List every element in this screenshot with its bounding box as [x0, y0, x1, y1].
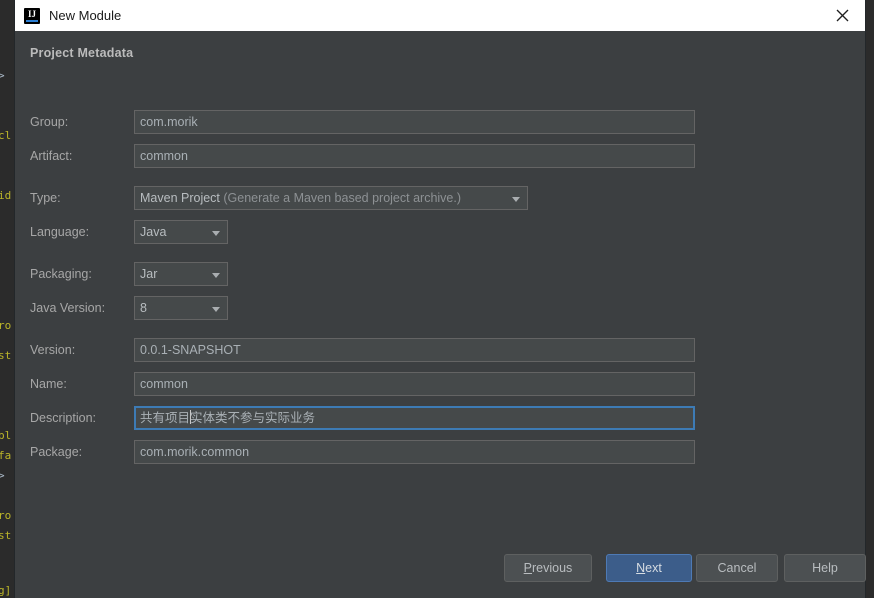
- editor-code-fragment: id: [0, 189, 12, 202]
- previous-button[interactable]: Previous: [504, 554, 592, 582]
- artifact-label: Artifact:: [30, 149, 73, 163]
- editor-code-fragment: >: [0, 469, 5, 482]
- new-module-dialog: IJ New Module Project Metadata Group: co…: [14, 0, 866, 598]
- description-input[interactable]: 共有项目实体类不参与实际业务: [134, 406, 695, 430]
- close-icon[interactable]: [819, 0, 865, 31]
- field-row-java-version: Java Version: 8: [30, 296, 230, 320]
- next-mnemonic: N: [636, 561, 646, 575]
- type-dropdown[interactable]: Maven Project (Generate a Maven based pr…: [134, 186, 528, 210]
- description-label: Description:: [30, 411, 96, 425]
- next-label-rest: ext: [645, 561, 662, 575]
- name-label: Name:: [30, 377, 67, 391]
- dialog-body: Project Metadata Group: com.morik Artifa…: [15, 31, 866, 598]
- page-title: Project Metadata: [30, 46, 134, 60]
- editor-code-fragment: ro: [0, 509, 12, 522]
- chevron-down-icon: [512, 197, 520, 202]
- type-label: Type:: [30, 191, 61, 205]
- next-button[interactable]: Next: [606, 554, 692, 582]
- editor-code-fragment: fa: [0, 449, 12, 462]
- packaging-value: Jar: [140, 267, 158, 281]
- dialog-button-bar: Previous Next Cancel Help: [15, 554, 866, 582]
- language-value: Java: [140, 225, 167, 239]
- java-version-label: Java Version:: [30, 301, 106, 315]
- field-row-name: Name: common: [30, 372, 695, 396]
- java-version-dropdown[interactable]: 8: [134, 296, 228, 320]
- previous-mnemonic: P: [523, 561, 533, 575]
- packaging-dropdown[interactable]: Jar: [134, 262, 228, 286]
- description-text-before-caret: 共有项目: [140, 411, 191, 425]
- description-text-after-caret: 实体类不参与实际业务: [190, 411, 316, 425]
- editor-code-fragment: bl: [0, 429, 12, 442]
- name-input[interactable]: common: [134, 372, 695, 396]
- group-input[interactable]: com.morik: [134, 110, 695, 134]
- language-dropdown[interactable]: Java: [134, 220, 228, 244]
- field-row-version: Version: 0.0.1-SNAPSHOT: [30, 338, 695, 362]
- editor-code-fragment: >: [0, 69, 5, 82]
- field-row-description: Description: 共有项目实体类不参与实际业务: [30, 406, 695, 430]
- package-input[interactable]: com.morik.common: [134, 440, 695, 464]
- dialog-title: New Module: [49, 8, 122, 23]
- version-input[interactable]: 0.0.1-SNAPSHOT: [134, 338, 695, 362]
- artifact-input[interactable]: common: [134, 144, 695, 168]
- field-row-package: Package: com.morik.common: [30, 440, 695, 464]
- type-value-hint: (Generate a Maven based project archive.…: [223, 191, 462, 205]
- dialog-titlebar: IJ New Module: [15, 0, 865, 31]
- cancel-button[interactable]: Cancel: [696, 554, 778, 582]
- editor-code-fragment: st: [0, 529, 12, 542]
- chevron-down-icon: [212, 307, 220, 312]
- packaging-label: Packaging:: [30, 267, 92, 281]
- version-label: Version:: [30, 343, 76, 357]
- field-row-packaging: Packaging: Jar: [30, 262, 230, 286]
- editor-code-fragment: g]: [0, 584, 12, 597]
- field-row-type: Type: Maven Project (Generate a Maven ba…: [30, 186, 530, 210]
- java-version-value: 8: [140, 301, 147, 315]
- field-row-artifact: Artifact: common: [30, 144, 695, 168]
- chevron-down-icon: [212, 273, 220, 278]
- previous-label-rest: revious: [532, 561, 573, 575]
- editor-code-fragment: ro: [0, 319, 12, 332]
- chevron-down-icon: [212, 231, 220, 236]
- group-label: Group:: [30, 115, 69, 129]
- language-label: Language:: [30, 225, 90, 239]
- field-row-group: Group: com.morik: [30, 110, 695, 134]
- intellij-idea-icon: IJ: [24, 7, 40, 24]
- editor-code-fragment: st: [0, 349, 12, 362]
- type-value: Maven Project: [140, 191, 220, 205]
- field-row-language: Language: Java: [30, 220, 230, 244]
- package-label: Package:: [30, 445, 83, 459]
- editor-code-fragment: cl: [0, 129, 12, 142]
- help-button[interactable]: Help: [784, 554, 866, 582]
